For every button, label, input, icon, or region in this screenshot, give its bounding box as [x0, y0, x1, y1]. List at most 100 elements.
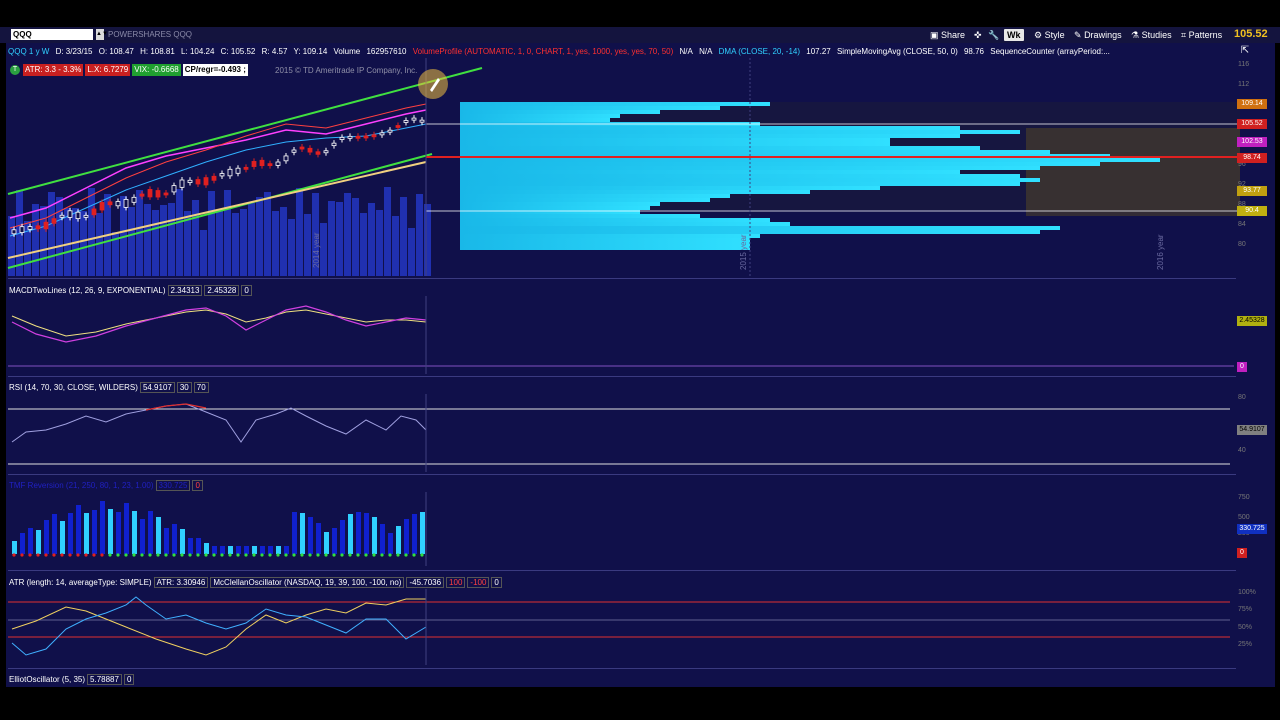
candle-body [115, 201, 121, 207]
tmf-dot [180, 553, 184, 557]
tmf-dot [220, 553, 224, 557]
dma-study[interactable]: DMA (CLOSE, 20, -14) [719, 47, 800, 56]
volume-profile-bar [460, 142, 890, 146]
patterns-button[interactable]: ⌗ Patterns [1181, 29, 1222, 41]
atr-panel[interactable] [6, 589, 1236, 665]
tmf-dot [276, 553, 280, 557]
atr-study-label[interactable]: ATR (length: 14, averageType: SIMPLE) [9, 578, 152, 587]
tmf-dot [324, 553, 328, 557]
volume-profile-bar [460, 206, 650, 210]
studies-button[interactable]: ⚗ Studies [1131, 29, 1172, 41]
volume-profile-bar [460, 182, 1020, 186]
tmf-dot [44, 553, 48, 557]
tmf-value-1: 330.725 [155, 480, 191, 491]
symbol-description: POWERSHARES QQQ [108, 30, 193, 39]
tmf-bar [60, 521, 65, 554]
macd-panel[interactable] [6, 296, 1236, 374]
tmf-value-2: 0 [192, 480, 203, 491]
tmf-panel[interactable] [6, 492, 1236, 566]
channel-upper[interactable] [7, 67, 483, 195]
candle-body [195, 179, 201, 185]
candle-body [11, 229, 17, 235]
tmf-bar [196, 538, 201, 554]
drawings-button[interactable]: ✎ Drawings [1074, 29, 1122, 41]
sma-value: 98.76 [963, 47, 985, 56]
tmf-dot [268, 553, 272, 557]
mcclellan-value-1: -45.7036 [406, 577, 445, 588]
share-button[interactable]: ▣ Share [930, 29, 965, 41]
candle-body [43, 221, 49, 230]
panel-divider[interactable] [8, 570, 1236, 571]
tmf-dot [12, 553, 16, 557]
timeframe-button[interactable]: Wk [1004, 29, 1024, 41]
tmf-bar [20, 533, 25, 554]
price-axis-tick: 84 [1238, 221, 1246, 228]
tmf-bar [188, 538, 193, 554]
bar-close: C: 105.52 [220, 47, 256, 56]
tmf-study-label[interactable]: TMF Reversion (21, 250, 80, 1, 23, 1.00) [9, 481, 154, 490]
candle-body [163, 192, 169, 196]
symbol-stepper-icon[interactable]: ▲▼ [96, 29, 108, 40]
mcclellan-value-3: -100 [467, 577, 490, 588]
tmf-bar [284, 546, 289, 554]
macd-study-label[interactable]: MACDTwoLines (12, 26, 9, EXPONENTIAL) [9, 286, 166, 295]
tmf-histogram [12, 501, 425, 557]
volume-profile-bar [460, 198, 710, 202]
candle-body [331, 142, 337, 147]
crosshair-tool-button[interactable]: ✜ [974, 29, 982, 41]
style-button[interactable]: ⚙ Style [1034, 29, 1065, 41]
elliot-study-label[interactable]: ElliotOscillator (5, 35) [9, 675, 85, 684]
candle-body [355, 135, 361, 139]
price-chart[interactable]: 2014 year 2015 year 2016 year [6, 58, 1275, 278]
tmf-bar [260, 546, 265, 554]
pencil-icon: ✎ [1074, 30, 1082, 40]
candle-body [419, 119, 425, 123]
tmf-dot [252, 553, 256, 557]
tmf-label-row: TMF Reversion (21, 250, 80, 1, 23, 1.00)… [9, 480, 203, 491]
tmf-bar [212, 546, 217, 554]
symbol-input[interactable]: QQQ [11, 29, 93, 40]
value-area-highlight [1026, 128, 1240, 216]
rsi-tick-80: 80 [1238, 394, 1246, 401]
panel-divider[interactable] [8, 376, 1236, 377]
wrench-tool-button[interactable]: 🔧 [988, 29, 999, 41]
volume-profile-bar [460, 222, 790, 226]
elliot-label-row: ElliotOscillator (5, 35) 5.78887 0 [9, 674, 135, 685]
year-label-2016: 2016 year [1156, 234, 1165, 270]
tmf-dot [52, 553, 56, 557]
mcclellan-study-label[interactable]: McClellanOscillator (NASDAQ, 19, 39, 100… [210, 577, 405, 588]
sequence-counter-study[interactable]: SequenceCounter (arrayPeriod:... [990, 47, 1110, 56]
candle-body [219, 173, 225, 177]
tmf-bar [404, 519, 409, 554]
panel-divider[interactable] [8, 668, 1236, 669]
volume-bar [88, 188, 95, 276]
panel-divider[interactable] [8, 474, 1236, 475]
panel-divider[interactable] [8, 278, 1236, 279]
tmf-bar [252, 546, 257, 554]
sma-study[interactable]: SimpleMovingAvg (CLOSE, 50, 0) [837, 47, 958, 56]
rsi-study-label[interactable]: RSI (14, 70, 30, CLOSE, WILDERS) [9, 383, 138, 392]
rsi-panel[interactable] [6, 394, 1236, 472]
tmf-bar [92, 510, 97, 554]
candle-body [75, 211, 81, 220]
tmf-bar [340, 520, 345, 554]
tmf-bar [68, 513, 73, 554]
price-axis-tick: 116 [1238, 61, 1250, 68]
tmf-dot [332, 553, 336, 557]
tmf-bar [308, 517, 313, 554]
volume-bar [248, 203, 255, 276]
volume-profile-bar [460, 202, 660, 206]
collapse-arrow-icon[interactable]: ⇱ [1238, 45, 1252, 57]
volume-profile-study[interactable]: VolumeProfile (AUTOMATIC, 1, 0, CHART, 1… [413, 47, 674, 56]
tmf-bar [372, 517, 377, 554]
price-tag: 93.77 [1237, 186, 1267, 196]
price-axis-tick: 80 [1238, 241, 1246, 248]
macd-value-2: 2.45328 [204, 285, 240, 296]
tmf-bar [228, 546, 233, 554]
volume-bar [408, 228, 415, 276]
tmf-bar [180, 529, 185, 554]
tmf-dot [316, 553, 320, 557]
volume-bar [256, 197, 263, 276]
rsi-value-1: 54.9107 [139, 382, 175, 393]
candle-body [51, 218, 57, 224]
